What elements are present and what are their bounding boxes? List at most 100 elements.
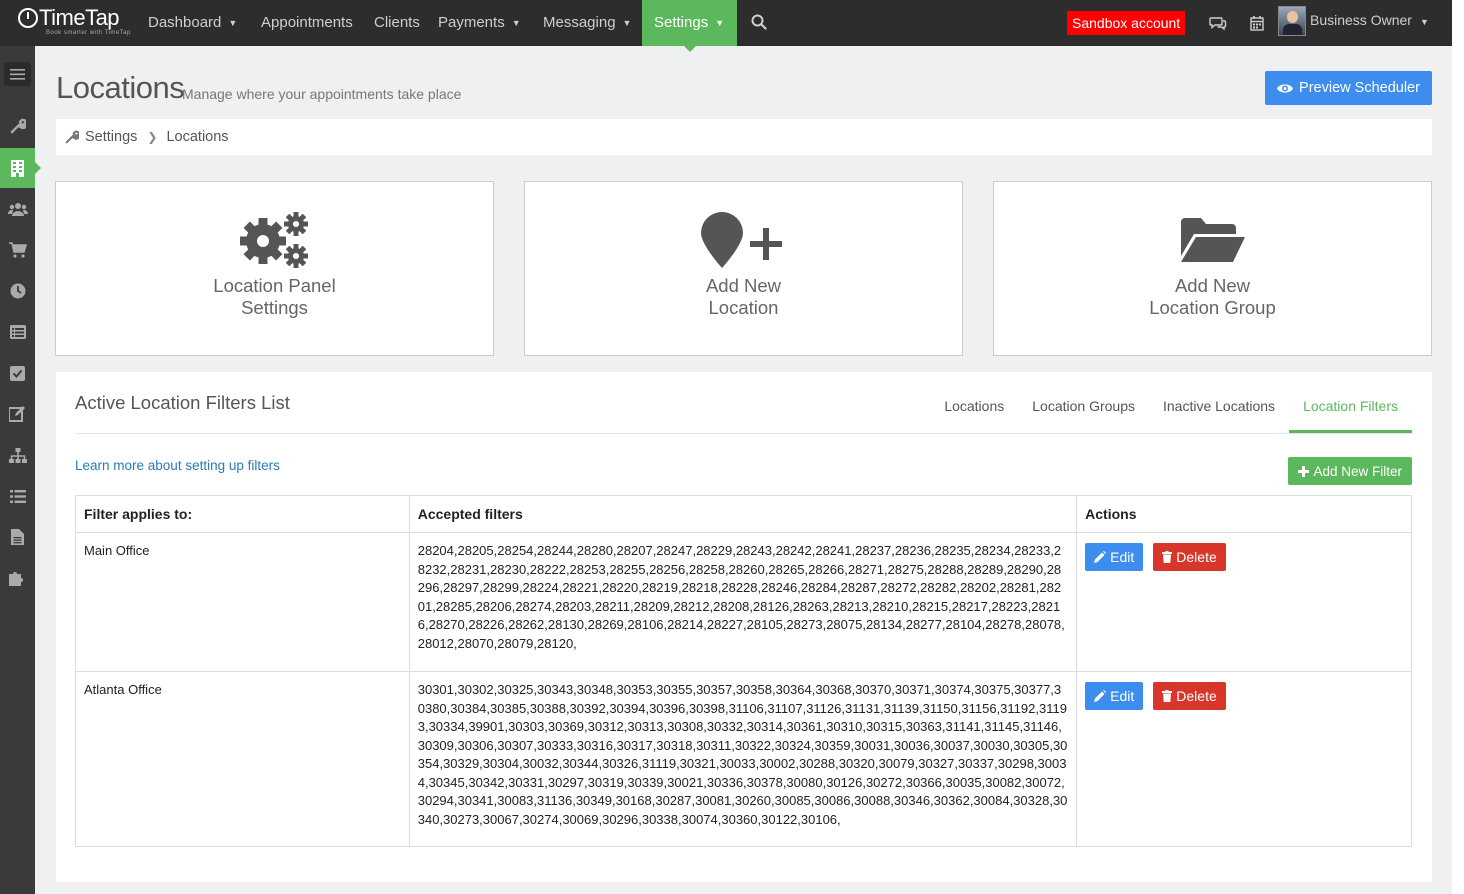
nav-appointments-label: Appointments: [261, 14, 353, 31]
cogs-icon: [239, 212, 308, 268]
user-menu[interactable]: Business Owner ▼: [1310, 0, 1429, 40]
nav-dashboard-label: Dashboard: [148, 14, 222, 31]
filter-location-name: Atlanta Office: [75, 671, 410, 847]
column-header-accepted-filters: Accepted filters: [408, 495, 1078, 533]
file-icon[interactable]: [0, 517, 35, 557]
chevron-down-icon: ▼: [1419, 17, 1429, 27]
location-filters-panel: Active Location Filters List Locations L…: [56, 372, 1432, 882]
tab-locations[interactable]: Locations: [930, 392, 1018, 433]
left-sidebar: [0, 46, 41, 894]
nav-payments[interactable]: Payments ▼: [426, 0, 533, 46]
chevron-down-icon: ▼: [715, 18, 725, 28]
nav-settings-label: Settings: [654, 14, 709, 31]
column-header-applies-to: Filter applies to:: [75, 495, 410, 533]
folder-open-icon: [1180, 218, 1245, 262]
add-new-filter-label: Add New Filter: [1313, 463, 1402, 479]
preview-scheduler-button[interactable]: Preview Scheduler: [1265, 71, 1432, 105]
search-icon[interactable]: [751, 14, 767, 30]
clock-icon[interactable]: [0, 271, 35, 311]
filter-location-name: Main Office: [75, 532, 410, 672]
card-label-line1: Add New: [1174, 275, 1251, 296]
panel-title: Active Location Filters List: [75, 392, 290, 413]
tab-location-groups[interactable]: Location Groups: [1018, 392, 1149, 433]
chat-icon[interactable]: [1209, 15, 1227, 31]
chevron-down-icon: ▼: [228, 18, 238, 28]
logo-text: TimeTap: [39, 5, 120, 30]
card-label-line2: Location Group: [1149, 297, 1276, 318]
nav-settings[interactable]: Settings ▼: [642, 0, 737, 52]
clock-logo-icon: [18, 8, 38, 28]
chevron-down-icon: ▼: [511, 18, 521, 28]
preview-scheduler-label: Preview Scheduler: [1299, 80, 1420, 96]
add-new-location-card[interactable]: Add New Location: [524, 181, 963, 356]
filters-table: Filter applies to: Accepted filters Acti…: [75, 495, 1412, 847]
edit-label: Edit: [1110, 549, 1135, 565]
card-label-line2: Location: [708, 297, 779, 318]
nav-clients-label: Clients: [374, 14, 420, 31]
map-marker-plus-icon: [700, 212, 782, 268]
menu-icon[interactable]: [4, 62, 31, 86]
chevron-down-icon: ▼: [622, 18, 632, 28]
window-edge: [1452, 46, 1464, 894]
calendar-icon[interactable]: [1250, 15, 1264, 31]
check-square-icon[interactable]: [0, 353, 35, 393]
location-panel-settings-card[interactable]: Location Panel Settings: [55, 181, 494, 356]
cart-icon[interactable]: [0, 230, 35, 270]
top-navbar: TimeTap Book smarter with TimeTap Dashbo…: [0, 0, 1452, 52]
location-tabs: Locations Location Groups Inactive Locat…: [930, 392, 1412, 434]
sandbox-account-badge[interactable]: Sandbox account: [1067, 11, 1186, 35]
edit-button[interactable]: Edit: [1085, 682, 1144, 710]
accepted-filters-list: 28204,28205,28254,28244,28280,28207,2824…: [408, 532, 1078, 672]
row-actions: Edit Delete: [1076, 671, 1412, 847]
pencil-icon: [1094, 551, 1107, 563]
card-label-line1: Location Panel: [213, 275, 336, 296]
trash-icon: [1162, 551, 1173, 563]
table-row: Atlanta Office 30301,30302,30325,30343,3…: [75, 671, 1412, 847]
plus-icon: [1298, 465, 1310, 477]
table-header-row: Filter applies to: Accepted filters Acti…: [75, 495, 1412, 533]
user-avatar[interactable]: [1278, 6, 1306, 36]
delete-button[interactable]: Delete: [1153, 543, 1226, 571]
puzzle-icon[interactable]: [0, 558, 35, 598]
nav-appointments[interactable]: Appointments: [249, 0, 365, 46]
sitemap-icon[interactable]: [0, 435, 35, 475]
pencil-icon: [1094, 690, 1107, 702]
add-new-location-group-card[interactable]: Add New Location Group: [993, 181, 1432, 356]
chevron-right-icon: ❯: [147, 130, 158, 144]
delete-button[interactable]: Delete: [1153, 682, 1226, 710]
nav-payments-label: Payments: [438, 14, 505, 31]
nav-messaging[interactable]: Messaging ▼: [531, 0, 643, 46]
tab-inactive-locations[interactable]: Inactive Locations: [1149, 392, 1289, 433]
window-edge: [1452, 0, 1464, 46]
timetap-logo[interactable]: TimeTap Book smarter with TimeTap: [18, 5, 130, 36]
list-icon[interactable]: [0, 476, 35, 516]
eye-icon: [1277, 83, 1294, 93]
column-header-actions: Actions: [1076, 495, 1412, 533]
breadcrumb-settings[interactable]: Settings: [85, 129, 137, 145]
wrench-icon[interactable]: [0, 106, 35, 146]
row-actions: Edit Delete: [1076, 532, 1412, 672]
nav-clients[interactable]: Clients: [362, 0, 432, 46]
edit-icon[interactable]: [0, 394, 35, 434]
delete-label: Delete: [1176, 549, 1217, 565]
divider: [75, 433, 1412, 434]
edit-label: Edit: [1110, 688, 1135, 704]
card-label-line1: Add New: [705, 275, 782, 296]
building-icon[interactable]: [0, 148, 41, 188]
add-new-filter-button[interactable]: Add New Filter: [1288, 457, 1412, 485]
breadcrumb: Settings ❯ Locations: [56, 119, 1432, 155]
nav-dashboard[interactable]: Dashboard ▼: [136, 0, 249, 46]
delete-label: Delete: [1176, 688, 1217, 704]
tab-location-filters[interactable]: Location Filters: [1289, 392, 1412, 433]
learn-more-link[interactable]: Learn more about setting up filters: [75, 458, 280, 473]
users-icon[interactable]: [0, 189, 35, 229]
page-title: Locations: [56, 70, 185, 105]
list-alt-icon[interactable]: [0, 312, 35, 352]
logo-tagline: Book smarter with TimeTap: [46, 30, 131, 36]
wrench-icon: [65, 130, 79, 144]
edit-button[interactable]: Edit: [1085, 543, 1144, 571]
accepted-filters-list: 30301,30302,30325,30343,30348,30353,3035…: [408, 671, 1078, 847]
table-row: Main Office 28204,28205,28254,28244,2828…: [75, 532, 1412, 672]
card-label-line2: Settings: [241, 297, 308, 318]
user-name: Business Owner: [1310, 12, 1412, 28]
